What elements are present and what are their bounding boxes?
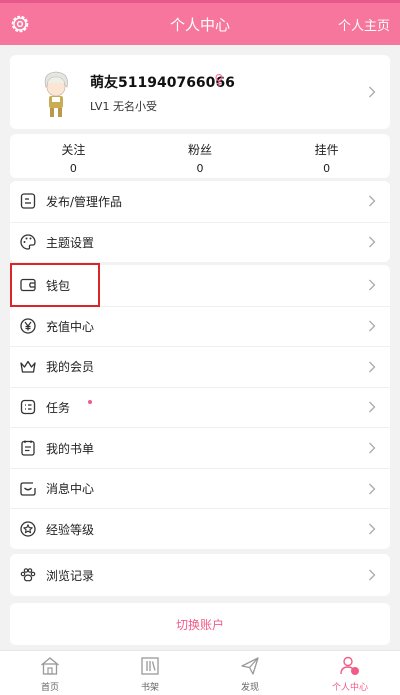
stats-card: 关注 0 粉丝 0 挂件 0 xyxy=(10,134,390,178)
palette-icon xyxy=(20,234,36,250)
publish-icon xyxy=(20,193,36,209)
wallet-highlight-box xyxy=(10,263,100,307)
chevron-right-icon xyxy=(369,236,376,248)
stat-following[interactable]: 关注 0 xyxy=(10,134,137,178)
menu-label: 发布/管理作品 xyxy=(46,194,123,209)
chevron-right-icon xyxy=(369,279,376,291)
notification-dot xyxy=(88,399,92,404)
discover-icon xyxy=(241,657,259,675)
gear-icon[interactable] xyxy=(8,12,32,36)
stat-label: 挂件 xyxy=(314,143,339,157)
crown-icon xyxy=(20,360,36,373)
menu-item-tasks[interactable]: 任务 xyxy=(10,386,390,428)
menu-item-booklist[interactable]: 我的书单 xyxy=(10,427,390,468)
switch-account-button[interactable]: 切换账户 xyxy=(10,603,390,645)
chevron-right-icon xyxy=(369,523,376,535)
yen-icon xyxy=(20,318,36,334)
profile-card[interactable]: 萌友511940766066 LV1 无名小受 xyxy=(10,55,390,129)
chevron-right-icon xyxy=(369,320,376,332)
home-page-link[interactable]: 个人主页 xyxy=(338,15,390,34)
menu-item-theme[interactable]: 主题设置 xyxy=(10,221,390,263)
menu-group-history: 浏览记录 xyxy=(10,554,390,596)
tab-home[interactable]: 首页 xyxy=(0,651,100,695)
menu-label: 经验等级 xyxy=(46,522,95,537)
menu-label: 浏览记录 xyxy=(46,568,95,583)
chevron-right-icon xyxy=(369,442,376,454)
chevron-right-icon xyxy=(369,483,376,495)
star-badge-icon xyxy=(20,521,36,537)
profile-icon xyxy=(340,656,359,675)
menu-label: 主题设置 xyxy=(46,235,95,250)
tab-label: 个人中心 xyxy=(331,683,368,693)
user-level: LV1 无名小受 xyxy=(90,100,157,113)
page-title: 个人中心 xyxy=(169,15,230,34)
menu-label: 充值中心 xyxy=(46,319,95,334)
header: 个人中心 个人主页 xyxy=(0,3,400,45)
tab-profile[interactable]: 个人中心 xyxy=(300,651,400,695)
menu-label: 消息中心 xyxy=(46,482,95,497)
paw-icon xyxy=(20,568,36,582)
menu-item-recharge[interactable]: 充值中心 xyxy=(10,305,390,347)
menu-item-experience[interactable]: 经验等级 xyxy=(10,508,390,549)
chevron-right-icon xyxy=(369,86,376,98)
menu-item-history[interactable]: 浏览记录 xyxy=(10,554,390,596)
stat-label: 关注 xyxy=(61,143,86,157)
menu-group-works: 发布/管理作品 主题设置 xyxy=(10,181,390,262)
chevron-right-icon xyxy=(369,361,376,373)
chevron-right-icon xyxy=(369,402,376,413)
menu-group-account: 钱包 充值中心 我的会员 任务 我的书单 消息中心 经验等级 xyxy=(10,265,390,549)
menu-item-messages[interactable]: 消息中心 xyxy=(10,467,390,509)
stat-value: 0 xyxy=(323,162,331,175)
bookshelf-icon xyxy=(141,657,159,675)
bottom-tab-bar: 首页 书架 发现 个人中心 xyxy=(0,650,400,695)
stat-fans[interactable]: 粉丝 0 xyxy=(137,134,264,178)
female-icon xyxy=(215,73,223,86)
avatar[interactable] xyxy=(32,67,80,119)
menu-item-membership[interactable]: 我的会员 xyxy=(10,346,390,387)
switch-account-label: 切换账户 xyxy=(175,617,224,632)
menu-label: 我的会员 xyxy=(46,360,95,375)
tab-label: 首页 xyxy=(40,683,59,693)
menu-item-publish[interactable]: 发布/管理作品 xyxy=(10,181,390,222)
message-icon xyxy=(20,481,36,496)
chevron-right-icon xyxy=(369,569,376,581)
chevron-right-icon xyxy=(369,195,376,207)
home-icon xyxy=(41,657,59,675)
task-icon xyxy=(20,400,36,415)
stat-pendants[interactable]: 挂件 0 xyxy=(263,134,390,178)
menu-label: 我的书单 xyxy=(46,441,95,456)
tab-discover[interactable]: 发现 xyxy=(200,651,300,695)
stat-value: 0 xyxy=(196,162,204,175)
tab-bookshelf[interactable]: 书架 xyxy=(100,651,200,695)
tab-label: 书架 xyxy=(140,683,159,693)
tab-label: 发现 xyxy=(240,683,259,693)
stat-value: 0 xyxy=(69,162,77,175)
booklist-icon xyxy=(21,440,35,456)
menu-label: 任务 xyxy=(46,400,71,415)
stat-label: 粉丝 xyxy=(188,143,213,157)
